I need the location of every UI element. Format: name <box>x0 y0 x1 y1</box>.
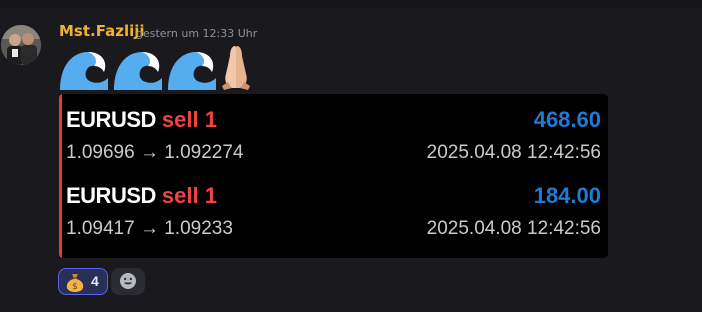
reaction-money-bag[interactable]: $ 4 <box>58 268 108 295</box>
trade-pnl: 184.00 <box>533 183 601 208</box>
message-timestamp: gestern um 12:33 Uhr <box>136 27 258 40</box>
trade-pnl: 468.60 <box>533 107 601 132</box>
trade-embed: EURUSD sell 1 468.60 1.09696 → 1.092274 2… <box>59 94 608 258</box>
trade-prices: 1.09417 → 1.09233 <box>66 218 233 239</box>
smiley-add-reaction-icon <box>120 273 136 289</box>
trade-side: sell 1 <box>161 183 217 208</box>
money-bag-emoji: $ <box>66 272 84 292</box>
wave-emoji <box>114 52 162 90</box>
trade-entry: EURUSD sell 1 468.60 1.09696 → 1.092274 2… <box>66 107 601 163</box>
wave-emoji <box>60 52 108 90</box>
trade-side: sell 1 <box>161 107 217 132</box>
avatar[interactable] <box>1 25 41 65</box>
reaction-count: 4 <box>91 273 99 289</box>
folded-hands-emoji <box>222 46 250 90</box>
trade-entry: EURUSD sell 1 184.00 1.09417 → 1.09233 20… <box>66 183 601 239</box>
svg-text:$: $ <box>72 282 78 292</box>
message-emoji-content <box>58 42 254 92</box>
trade-prices: 1.09696 → 1.092274 <box>66 142 244 163</box>
author-name[interactable]: Mst.Fazliji <box>59 22 145 40</box>
trade-pair: EURUSD <box>66 107 156 132</box>
embed-accent-bar <box>59 94 62 258</box>
wave-emoji <box>168 52 216 90</box>
add-reaction-button[interactable] <box>111 268 145 295</box>
trade-pair: EURUSD <box>66 183 156 208</box>
header-divider <box>0 0 702 8</box>
trade-time: 2025.04.08 12:42:56 <box>426 218 601 239</box>
trade-time: 2025.04.08 12:42:56 <box>426 142 601 163</box>
